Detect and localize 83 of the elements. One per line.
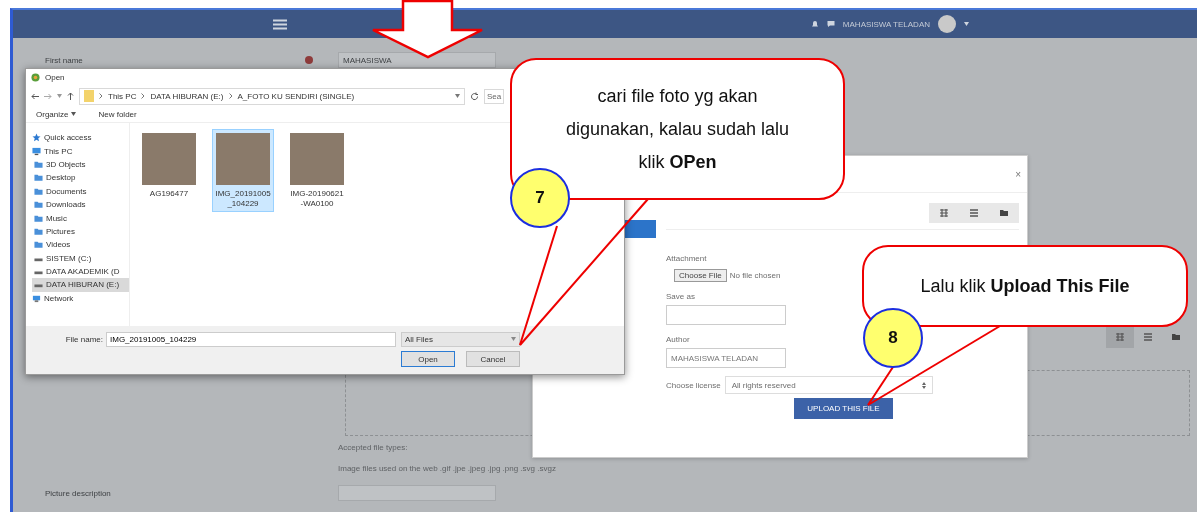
open-button[interactable]: Open (401, 351, 455, 367)
up-arrow-icon[interactable] (67, 92, 74, 100)
caret-icon[interactable] (455, 94, 460, 98)
author-field[interactable]: MAHASISWA TELADAN (666, 348, 786, 368)
nav-item[interactable]: DATA HIBURAN (E:) (32, 278, 129, 292)
menu-icon[interactable] (273, 18, 287, 30)
first-name-field[interactable]: MAHASISWA (338, 52, 496, 68)
nav-item[interactable]: Videos (32, 238, 129, 252)
caret-icon (71, 112, 77, 116)
nav-item[interactable]: Documents (32, 184, 129, 198)
caret-icon (511, 337, 516, 341)
photo-placeholder (216, 133, 270, 185)
grid-view-button[interactable] (929, 203, 959, 223)
save-as-field[interactable] (666, 305, 786, 325)
address-bar[interactable]: This PC DATA HIBURAN (E:) A_FOTO KU SENDIRI (SINGLE) (79, 87, 465, 105)
folder-icon (1172, 333, 1180, 341)
monitor-icon (32, 146, 41, 156)
chat-icon[interactable] (826, 20, 835, 28)
grid-view-button[interactable] (1106, 326, 1134, 348)
nav-item[interactable]: Network (30, 291, 129, 306)
picture-description-field[interactable] (338, 485, 496, 501)
breadcrumb-item[interactable]: This PC (108, 91, 137, 101)
nav-item[interactable]: Downloads (32, 197, 129, 212)
no-file-text: No file chosen (729, 271, 781, 280)
nav-item[interactable]: SISTEM (C:) (32, 251, 129, 265)
nav-item[interactable]: This PC (30, 144, 129, 158)
accepted-types-label: Accepted file types: (338, 443, 409, 452)
search-field[interactable]: Sea (484, 88, 504, 104)
field-label: Picture description (45, 488, 112, 498)
sort-arrows-icon (921, 381, 926, 389)
callout-text: Lalu klik Upload This File (920, 274, 1130, 298)
folder-view-button[interactable] (989, 203, 1019, 223)
network-icon (32, 293, 41, 303)
nav-item[interactable]: 3D Objects (32, 157, 129, 172)
field-label: Author (666, 335, 690, 344)
field-label: Save as (666, 292, 695, 301)
breadcrumb-item[interactable]: A_FOTO KU SENDIRI (SINGLE) (237, 91, 355, 101)
app-icon (31, 73, 40, 82)
caret-icon[interactable] (57, 94, 62, 98)
user-name[interactable]: MAHASISWA TELADAN (842, 19, 930, 29)
nav-item[interactable]: Music (32, 211, 129, 225)
list-view-icon (970, 209, 978, 217)
nav-item[interactable]: Pictures (32, 224, 129, 239)
field-label: First name (45, 55, 84, 65)
caret-icon[interactable] (964, 22, 969, 26)
new-folder-button[interactable]: New folder (98, 109, 137, 119)
file-thumbnail[interactable]: IMG-20190621-WA0100 (286, 129, 348, 213)
upload-button[interactable]: UPLOAD THIS FILE (794, 398, 893, 419)
nav-item[interactable]: Desktop (32, 171, 129, 185)
nav-item[interactable]: Quick access (30, 131, 129, 145)
nav-item[interactable]: DATA AKADEMIK (D (32, 264, 129, 279)
chevron-icon (141, 93, 146, 99)
dialog-title: Open (45, 73, 65, 82)
file-name-field[interactable]: IMG_20191005_104229 (106, 331, 396, 347)
list-view-icon (1144, 333, 1152, 341)
avatar[interactable] (938, 15, 956, 33)
grid-view-icon (940, 209, 948, 217)
file-thumbnail[interactable]: AG196477 (138, 129, 200, 203)
field-label: Choose license (666, 380, 721, 390)
chevron-icon (99, 93, 103, 99)
folder-icon (84, 90, 94, 102)
license-select[interactable]: All rights reserved (724, 376, 933, 394)
bell-icon[interactable] (810, 20, 819, 28)
back-arrow-icon[interactable] (31, 92, 39, 100)
file-name-label: File name: (64, 334, 104, 344)
refresh-icon[interactable] (470, 91, 479, 101)
choose-file-button[interactable]: Choose File (674, 269, 727, 282)
chevron-icon (228, 93, 233, 99)
forward-arrow-icon[interactable] (44, 92, 52, 100)
field-label: Attachment (666, 254, 707, 263)
cancel-button[interactable]: Cancel (466, 351, 520, 367)
grid-view-icon (1116, 333, 1124, 341)
breadcrumb-item[interactable]: DATA HIBURAN (E:) (150, 91, 224, 101)
file-type-dropdown[interactable]: All Files (401, 331, 520, 347)
folder-icon (1000, 209, 1008, 217)
photo-placeholder (142, 133, 196, 185)
accepted-types-text: Image files used on the web .gif .jpe .jpeg .jpg .png .svg .svgz (338, 464, 557, 473)
photo-placeholder (290, 133, 344, 185)
file-thumbnail[interactable]: IMG_20191005_104229 (212, 129, 274, 213)
required-icon (305, 56, 313, 64)
close-button[interactable]: × (1015, 168, 1021, 180)
organize-menu[interactable]: Organize (36, 109, 77, 119)
star-icon (32, 133, 41, 143)
